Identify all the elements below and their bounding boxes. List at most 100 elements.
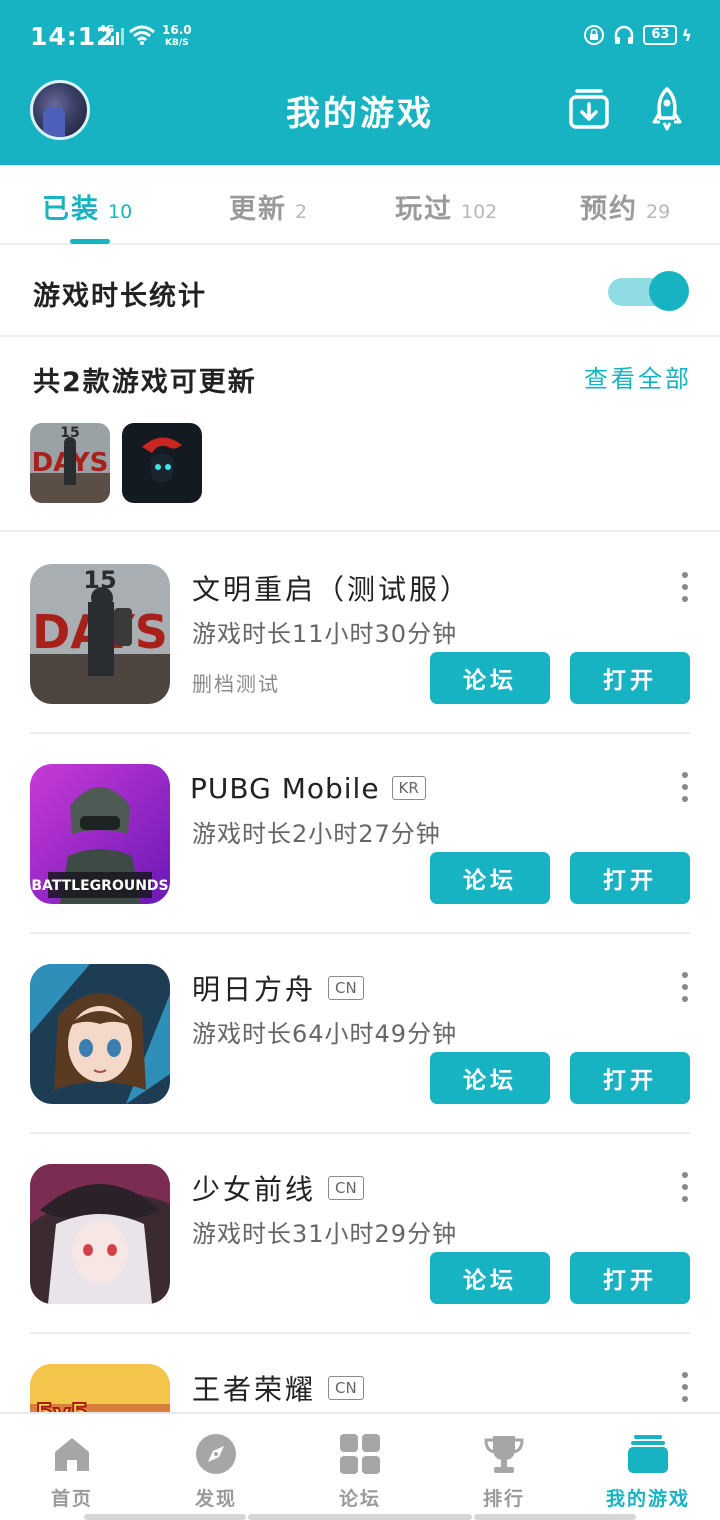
charging-icon: ϟ: [681, 25, 692, 45]
updates-title: 共2款游戏可更新: [33, 367, 257, 398]
nav-ranking[interactable]: 排行: [432, 1414, 576, 1520]
game-title-line: 明日方舟 CN: [192, 970, 364, 1006]
region-badge: CN: [328, 1176, 364, 1200]
open-button[interactable]: 打开: [570, 1052, 690, 1104]
shadow-game-icon: [122, 423, 202, 503]
game-name: 文明重启（测试服）: [192, 573, 472, 606]
game-icon[interactable]: BATTLEGROUNDS: [30, 764, 170, 904]
headphones-icon: [615, 25, 634, 44]
my-games-icon: [626, 1432, 670, 1476]
download-icon: [569, 89, 609, 129]
more-options-button[interactable]: [680, 572, 690, 602]
game-playtime: 游戏时长11小时30分钟: [192, 620, 458, 648]
toggle-knob: [649, 271, 689, 311]
game-name: 王者荣耀: [192, 1373, 317, 1406]
game-icon[interactable]: [30, 964, 170, 1104]
game-note: 删档测试: [192, 672, 280, 696]
nav-label: 论坛: [338, 1488, 381, 1510]
tab-reserved[interactable]: 预约 29: [580, 187, 670, 227]
network-speed: 16.0 KB/S: [162, 24, 192, 50]
game-title-line: PUBG Mobile KR: [190, 770, 426, 806]
gesture-bar: [474, 1514, 636, 1520]
game-playtime: 游戏时长2小时27分钟: [192, 820, 441, 848]
game-tabs: 已装 10 更新 2 玩过 102 预约 29: [0, 165, 720, 245]
nav-label: 排行: [482, 1488, 525, 1510]
game-icon[interactable]: [30, 1164, 170, 1304]
forum-button[interactable]: 论坛: [430, 1052, 550, 1104]
game-title-line: 文明重启（测试服）: [192, 570, 471, 606]
more-options-button[interactable]: [680, 972, 690, 1002]
update-game-icon-shadow[interactable]: [122, 423, 202, 503]
speed-up-button[interactable]: [644, 86, 690, 132]
region-badge: CN: [328, 1376, 364, 1400]
speed-value: 16.0: [162, 23, 192, 37]
game-name: 少女前线: [192, 1173, 317, 1206]
forum-button[interactable]: 论坛: [430, 652, 550, 704]
compass-icon: [194, 1432, 238, 1476]
game-icon[interactable]: 15 DAYS: [30, 564, 170, 704]
nav-home[interactable]: 首页: [0, 1414, 144, 1520]
more-options-button[interactable]: [680, 1372, 690, 1402]
nav-forum[interactable]: 论坛: [288, 1414, 432, 1520]
tab-label: 预约: [580, 194, 638, 225]
update-game-icon-15-days[interactable]: 15 DAYS: [30, 423, 110, 503]
game-title-line: 王者荣耀 CN: [192, 1370, 364, 1406]
wifi-icon: [129, 25, 155, 45]
page-title: 我的游戏: [286, 94, 434, 134]
15-days-icon: 15 DAYS: [30, 564, 170, 704]
gesture-bar: [248, 1514, 472, 1520]
gesture-bar: [84, 1514, 246, 1520]
region-badge: KR: [391, 776, 426, 800]
nav-label: 发现: [194, 1488, 237, 1510]
tab-count: 29: [646, 201, 671, 223]
tab-label: 已装: [42, 194, 100, 225]
more-options-button[interactable]: [680, 1172, 690, 1202]
game-row-arknights[interactable]: 明日方舟 CN 游戏时长64小时49分钟 论坛 打开: [30, 934, 690, 1134]
home-icon: [50, 1432, 94, 1476]
game-name: 明日方舟: [192, 973, 317, 1006]
svg-text:BATTLEGROUNDS: BATTLEGROUNDS: [31, 878, 168, 894]
updates-section: 共2款游戏可更新 查看全部 15 DAYS: [0, 339, 720, 532]
status-bar: 14:12 4G 16.0 KB/S 63 ϟ: [0, 0, 720, 70]
nav-discover[interactable]: 发现: [144, 1414, 288, 1520]
girls-frontline-icon: [30, 1164, 170, 1304]
open-button[interactable]: 打开: [570, 852, 690, 904]
tab-played[interactable]: 玩过 102: [395, 187, 497, 227]
signal-icon: [106, 28, 124, 45]
forum-button[interactable]: 论坛: [430, 1252, 550, 1304]
game-row-pubg[interactable]: BATTLEGROUNDS PUBG Mobile KR 游戏时长2小时27分钟…: [30, 734, 690, 934]
view-all-link[interactable]: 查看全部: [584, 359, 692, 394]
open-button[interactable]: 打开: [570, 652, 690, 704]
game-row-girls-frontline[interactable]: 少女前线 CN 游戏时长31小时29分钟 论坛 打开: [30, 1134, 690, 1334]
tab-installed[interactable]: 已装 10: [42, 187, 132, 227]
15-days-icon: 15 DAYS: [30, 423, 110, 503]
tab-updates[interactable]: 更新 2: [229, 187, 307, 227]
status-right: 63 ϟ: [583, 24, 692, 46]
trophy-icon: [482, 1432, 526, 1476]
active-tab-indicator: [70, 239, 110, 244]
tab-label: 玩过: [395, 194, 453, 225]
grid-icon: [338, 1432, 382, 1476]
forum-button[interactable]: 论坛: [430, 852, 550, 904]
app-header: 14:12 4G 16.0 KB/S 63 ϟ 我的游戏: [0, 0, 720, 165]
game-playtime: 游戏时长64小时49分钟: [192, 1020, 458, 1048]
nav-label: 我的游戏: [605, 1488, 690, 1510]
speed-unit: KB/S: [165, 38, 189, 48]
nav-my-games[interactable]: 我的游戏: [576, 1414, 720, 1520]
tab-count: 2: [295, 201, 308, 223]
battery-level: 63: [643, 25, 678, 45]
tab-label: 更新: [229, 194, 287, 225]
playtime-stats-label: 游戏时长统计: [33, 281, 207, 312]
game-row-wenming[interactable]: 15 DAYS 文明重启（测试服） 游戏时长11小时30分钟 删档测试 论坛 打…: [30, 534, 690, 734]
pubg-icon: BATTLEGROUNDS: [30, 764, 170, 904]
more-options-button[interactable]: [680, 772, 690, 802]
game-title-line: 少女前线 CN: [192, 1170, 364, 1206]
open-button[interactable]: 打开: [570, 1252, 690, 1304]
tab-count: 10: [108, 201, 133, 223]
game-playtime: 游戏时长31小时29分钟: [192, 1220, 458, 1248]
bottom-navigation: 首页 发现 论坛 排行 我的游戏: [0, 1412, 720, 1520]
rocket-icon: [652, 87, 682, 131]
lock-rotation-icon: [584, 25, 605, 45]
download-manager-button[interactable]: [566, 86, 612, 132]
game-name: PUBG Mobile: [190, 771, 380, 805]
